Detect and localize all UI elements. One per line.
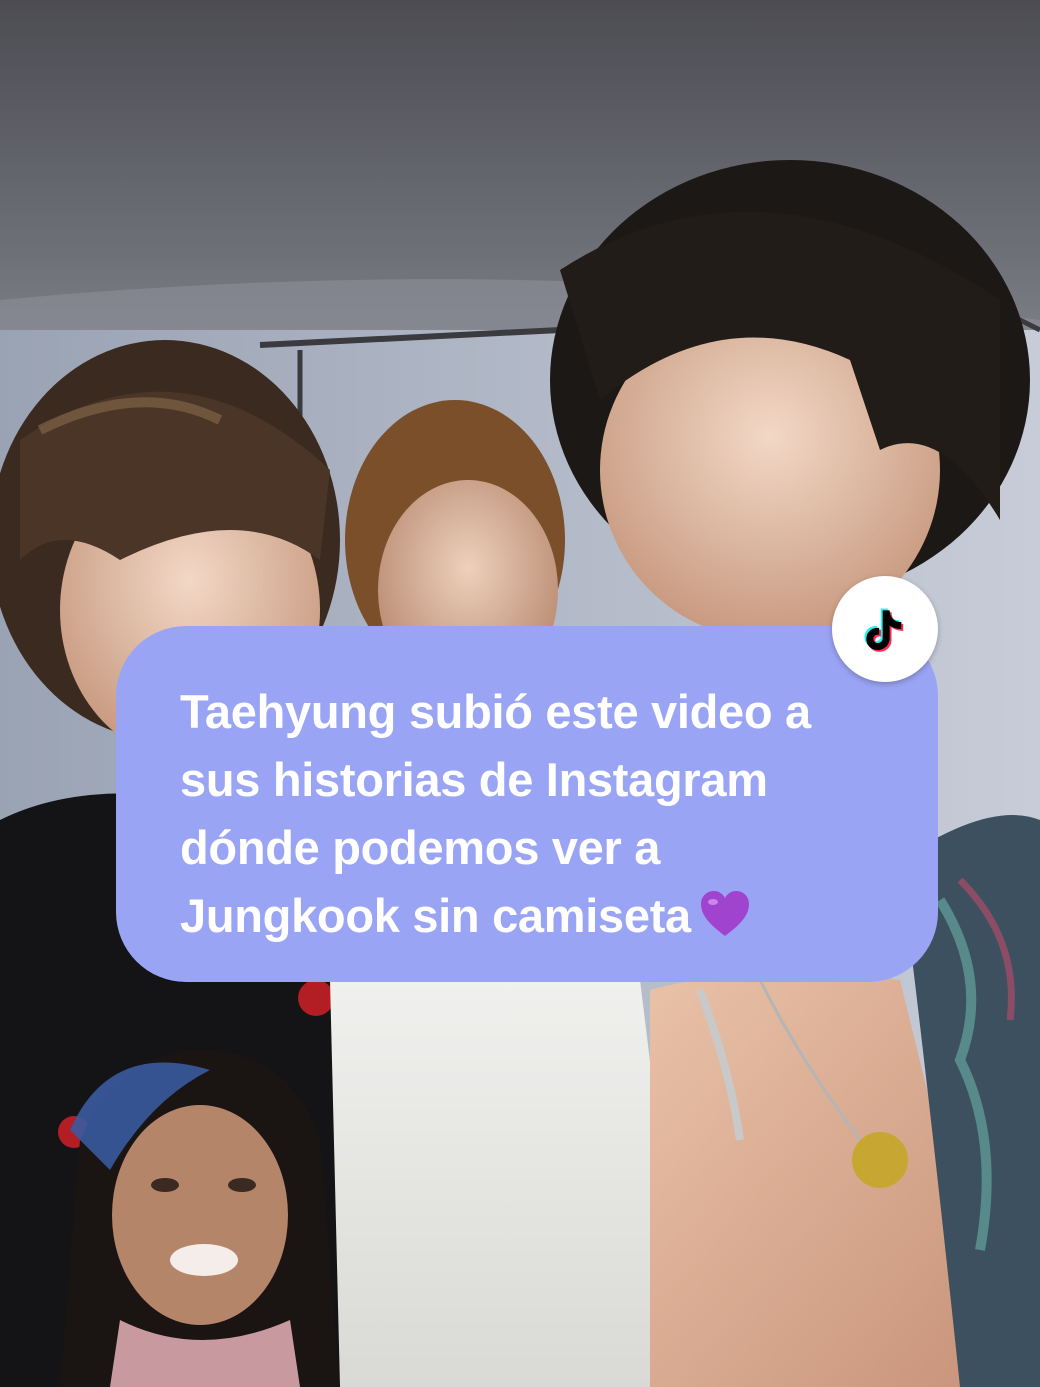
caption-line: Taehyung subió este video a [180,685,811,738]
purple-heart-icon [699,888,751,956]
video-frame[interactable]: Taehyung subió este video a sus historia… [0,0,1040,1387]
tiktok-logo-badge[interactable] [832,576,938,682]
caption-line-with-emoji: Jungkook sin camiseta [180,882,880,956]
reaction-camera-overlay [60,1050,340,1387]
caption-bubble: Taehyung subió este video a sus historia… [116,626,938,982]
tiktok-logo-icon [864,608,904,652]
caption-line: sus historias de Instagram [180,753,768,806]
caption-text: Taehyung subió este video a sus historia… [180,678,880,956]
caption-line: Jungkook sin camiseta [180,889,691,942]
caption-line: dónde podemos ver a [180,821,661,874]
